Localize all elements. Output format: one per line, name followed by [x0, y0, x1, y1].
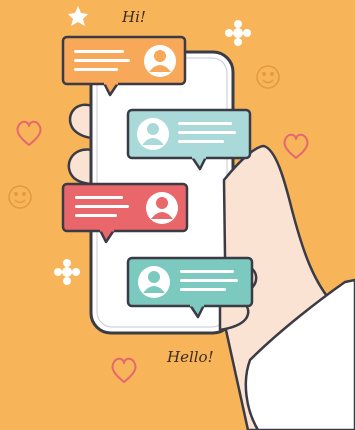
avatar-icon [137, 118, 169, 150]
avatar-icon [144, 45, 176, 77]
avatar-icon [146, 192, 178, 224]
chat-illustration: Hi! Hello! [0, 0, 355, 430]
illustration-canvas: Hi! Hello! [0, 0, 355, 430]
avatar-icon [138, 266, 170, 298]
caption-hi: Hi! [121, 8, 146, 26]
caption-hello: Hello! [166, 348, 214, 366]
